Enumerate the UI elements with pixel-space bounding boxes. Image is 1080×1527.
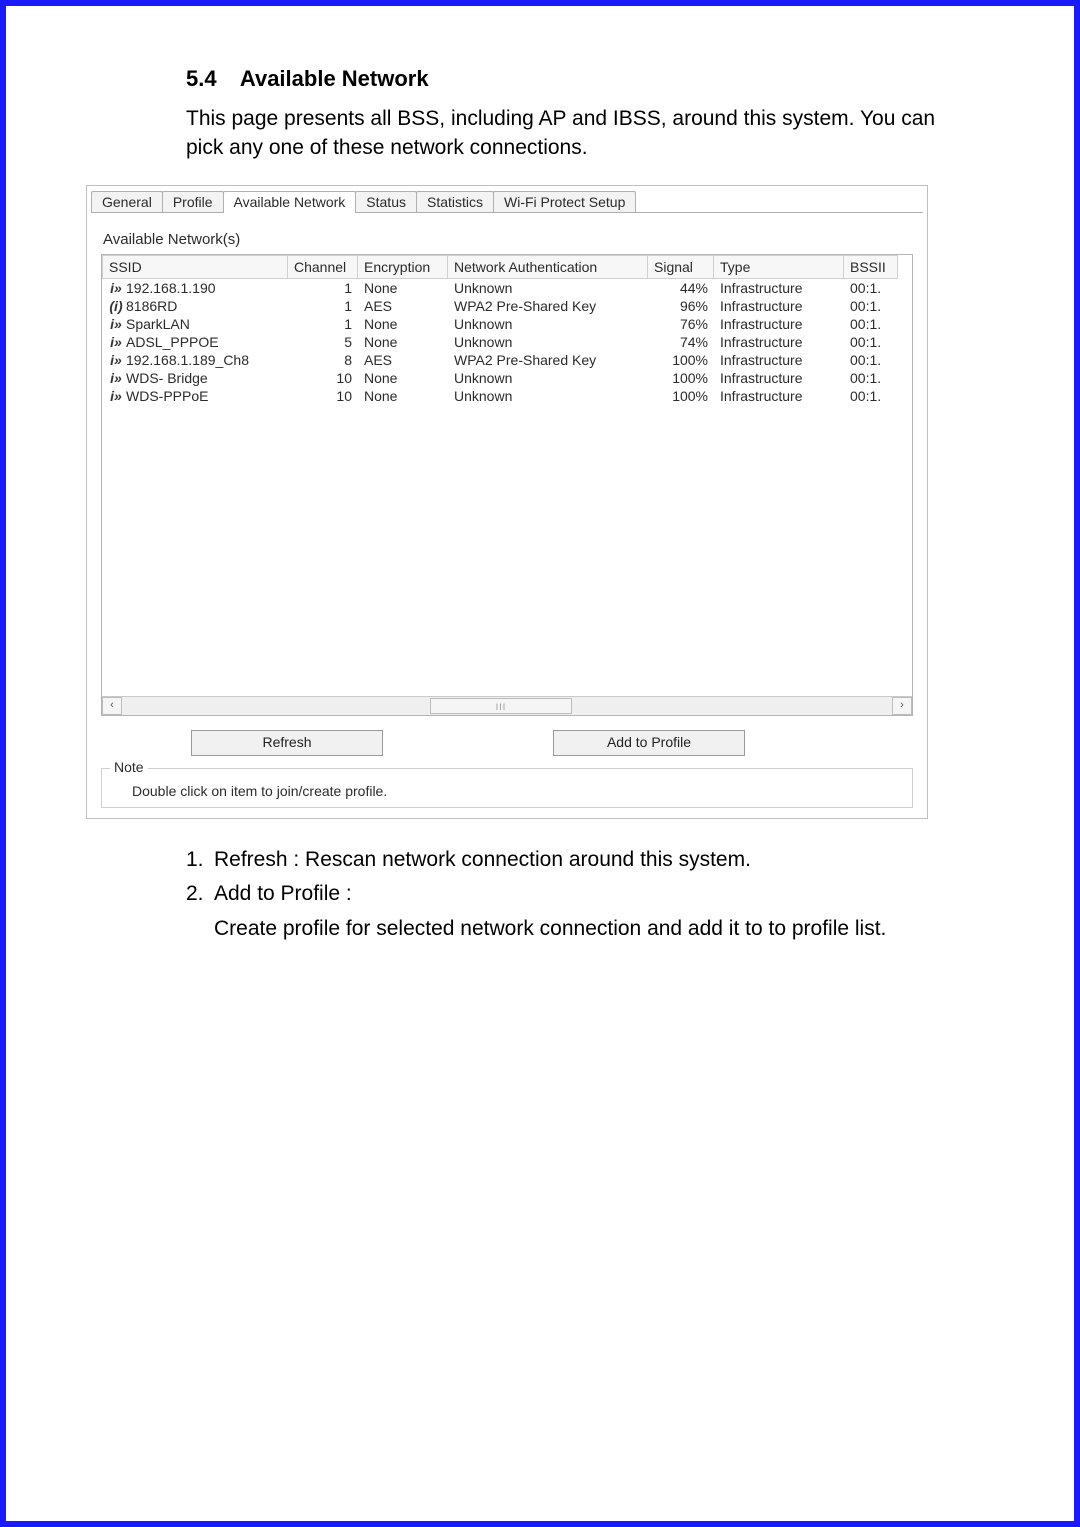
explanation-list: 1.Refresh : Rescan network connection ar… [186, 845, 954, 944]
col-auth[interactable]: Network Authentication [448, 255, 648, 279]
col-signal[interactable]: Signal [648, 255, 714, 279]
wifi-icon: i» [108, 280, 124, 296]
list-number: 2. [186, 879, 214, 909]
wifi-icon: i» [108, 388, 124, 404]
listview-header: SSID Channel Encryption Network Authenti… [102, 255, 912, 279]
table-row[interactable]: i»ADSL_PPPOE5NoneUnknown74%Infrastructur… [102, 333, 912, 351]
scroll-thumb[interactable]: III [430, 698, 572, 714]
list-subtext: Create profile for selected network conn… [214, 914, 954, 944]
refresh-button[interactable]: Refresh [191, 730, 383, 756]
scroll-left-button[interactable]: ‹ [102, 697, 122, 715]
section: 5.4 Available Network This page presents… [186, 66, 954, 944]
wifi-icon: i» [108, 352, 124, 368]
list-item: 1.Refresh : Rescan network connection ar… [186, 845, 954, 875]
col-bssid[interactable]: BSSII [844, 255, 898, 279]
col-type[interactable]: Type [714, 255, 844, 279]
wifi-icon: i» [108, 334, 124, 350]
tab-statistics[interactable]: Statistics [416, 191, 494, 212]
section-intro: This page presents all BSS, including AP… [186, 104, 954, 163]
scroll-track[interactable]: III [122, 698, 892, 714]
list-item: 2.Add to Profile : [186, 879, 954, 909]
col-ssid[interactable]: SSID [102, 255, 288, 279]
tab-strip: General Profile Available Network Status… [87, 186, 927, 212]
list-text: Add to Profile : [214, 882, 352, 905]
col-channel[interactable]: Channel [288, 255, 358, 279]
tab-available-network[interactable]: Available Network [223, 191, 357, 213]
note-box: Note Double click on item to join/create… [101, 768, 913, 808]
wifi-icon: i» [108, 370, 124, 386]
tab-wps[interactable]: Wi-Fi Protect Setup [493, 191, 636, 212]
network-listview[interactable]: SSID Channel Encryption Network Authenti… [101, 254, 913, 716]
add-to-profile-button[interactable]: Add to Profile [553, 730, 745, 756]
page-frame: 5.4 Available Network This page presents… [0, 0, 1080, 1527]
table-row[interactable]: i»WDS-PPPoE10NoneUnknown100%Infrastructu… [102, 387, 912, 405]
table-row[interactable]: i»192.168.1.189_Ch88AESWPA2 Pre-Shared K… [102, 351, 912, 369]
list-number: 1. [186, 845, 214, 875]
section-title-text: Available Network [240, 66, 429, 91]
tab-status[interactable]: Status [355, 191, 417, 212]
wifi-icon: (i) [108, 298, 124, 314]
col-encryption[interactable]: Encryption [358, 255, 448, 279]
scroll-right-button[interactable]: › [892, 697, 912, 715]
table-row[interactable]: (i)8186RD1AESWPA2 Pre-Shared Key96%Infra… [102, 297, 912, 315]
button-row: Refresh Add to Profile [101, 716, 913, 762]
table-row[interactable]: i»SparkLAN1NoneUnknown76%Infrastructure0… [102, 315, 912, 333]
tab-general[interactable]: General [91, 191, 163, 212]
horizontal-scrollbar[interactable]: ‹ III › [102, 696, 912, 715]
list-text: Refresh : Rescan network connection arou… [214, 848, 751, 871]
table-row[interactable]: i»192.168.1.1901NoneUnknown44%Infrastruc… [102, 279, 912, 297]
panel-body: Available Network(s) SSID Channel Encryp… [87, 213, 927, 818]
tab-profile[interactable]: Profile [162, 191, 224, 212]
table-row[interactable]: i»WDS- Bridge10NoneUnknown100%Infrastruc… [102, 369, 912, 387]
note-text: Double click on item to join/create prof… [132, 783, 387, 799]
section-number: 5.4 [186, 66, 217, 91]
wifi-utility-panel: General Profile Available Network Status… [86, 185, 928, 819]
group-label: Available Network(s) [103, 231, 913, 248]
note-legend: Note [110, 759, 148, 775]
wifi-icon: i» [108, 316, 124, 332]
section-heading: 5.4 Available Network [186, 66, 954, 92]
